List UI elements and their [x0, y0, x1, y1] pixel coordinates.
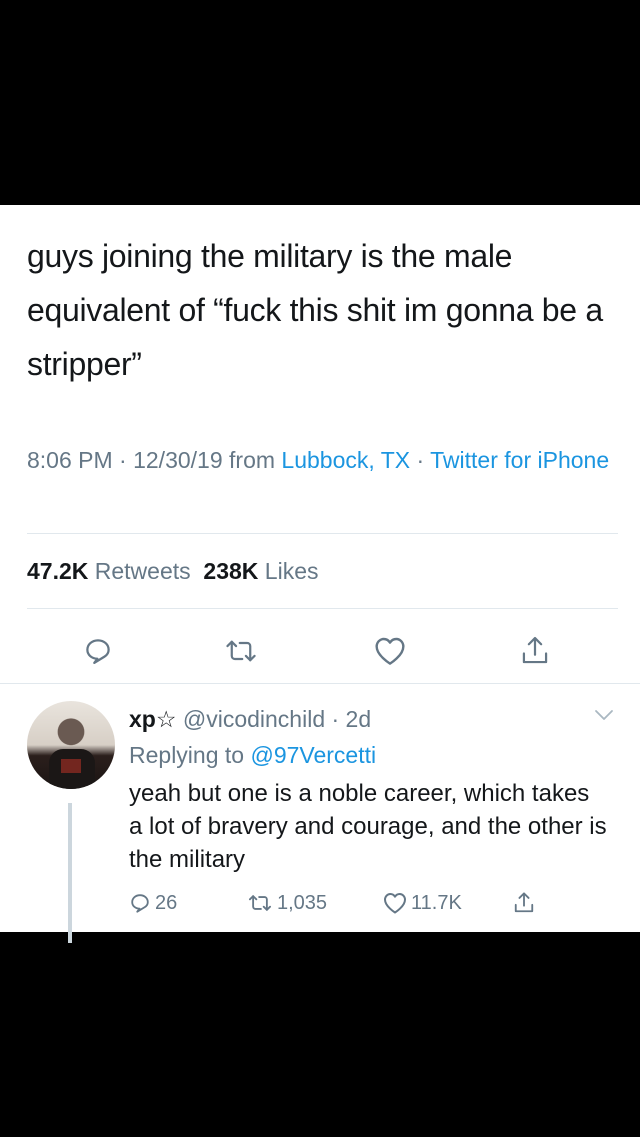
avatar-shirt-print [61, 759, 81, 773]
retweet-icon [249, 895, 272, 911]
reply-header: xp☆ @vicodinchild · 2d [129, 703, 371, 735]
replying-prefix: Replying to [129, 742, 251, 768]
tweet-card: guys joining the military is the male eq… [0, 205, 640, 943]
retweet-icon [226, 640, 256, 662]
reply-count: 26 [155, 891, 178, 914]
reply-button[interactable] [76, 629, 120, 673]
likes-stat[interactable]: 238K Likes [203, 558, 318, 584]
divider [27, 608, 618, 609]
replying-to: Replying to @97Vercetti [129, 739, 376, 771]
reply-icon [131, 894, 149, 913]
avatar[interactable] [27, 701, 115, 789]
like-icon [375, 637, 405, 665]
client-link[interactable]: Twitter for iPhone [430, 447, 609, 473]
meta-separator: · [410, 447, 431, 473]
chevron-down-icon[interactable] [594, 709, 614, 721]
likes-count: 238K [203, 558, 259, 584]
retweets-count: 47.2K [27, 558, 89, 584]
tweet-actions [0, 615, 640, 687]
tweet-meta: 8:06 PM · 12/30/19 from Lubbock, TX · Tw… [27, 443, 617, 477]
reply-reply-button[interactable]: 26 [129, 883, 177, 923]
tweet-timestamp: 8:06 PM · 12/30/19 from [27, 447, 282, 473]
like-count: 11.7K [411, 891, 462, 914]
retweet-button[interactable] [219, 629, 263, 673]
location-link[interactable]: Lubbock, TX [281, 447, 410, 473]
reply-like-button[interactable]: 11.7K [383, 883, 462, 923]
tweet-stats: 47.2K Retweets 238K Likes [27, 555, 319, 587]
reply-handle-time: @vicodinchild · 2d [176, 706, 372, 732]
likes-label: Likes [258, 558, 319, 584]
reply-icon [86, 639, 110, 664]
reply-display-name[interactable]: xp☆ [129, 706, 176, 732]
reply-text: yeah but one is a noble career, which ta… [129, 780, 607, 873]
reply-actions: 26 1,035 11.7K [129, 883, 609, 923]
retweets-label: Retweets [88, 558, 191, 584]
share-button[interactable] [513, 629, 557, 673]
reply-tweet[interactable]: xp☆ @vicodinchild · 2d Replying to @97Ve… [0, 683, 640, 943]
retweet-count: 1,035 [277, 891, 328, 914]
reply-retweet-button[interactable]: 1,035 [247, 883, 327, 923]
tweet-text: guys joining the military is the male eq… [27, 238, 603, 382]
like-button[interactable] [368, 629, 412, 673]
thread-line [68, 803, 72, 943]
like-icon [384, 893, 406, 914]
replying-to-link[interactable]: @97Vercetti [250, 742, 376, 768]
share-icon [514, 892, 534, 913]
share-icon [522, 636, 548, 664]
reply-share-button[interactable] [513, 883, 535, 923]
divider [27, 533, 618, 534]
retweets-stat[interactable]: 47.2K Retweets [27, 558, 191, 584]
